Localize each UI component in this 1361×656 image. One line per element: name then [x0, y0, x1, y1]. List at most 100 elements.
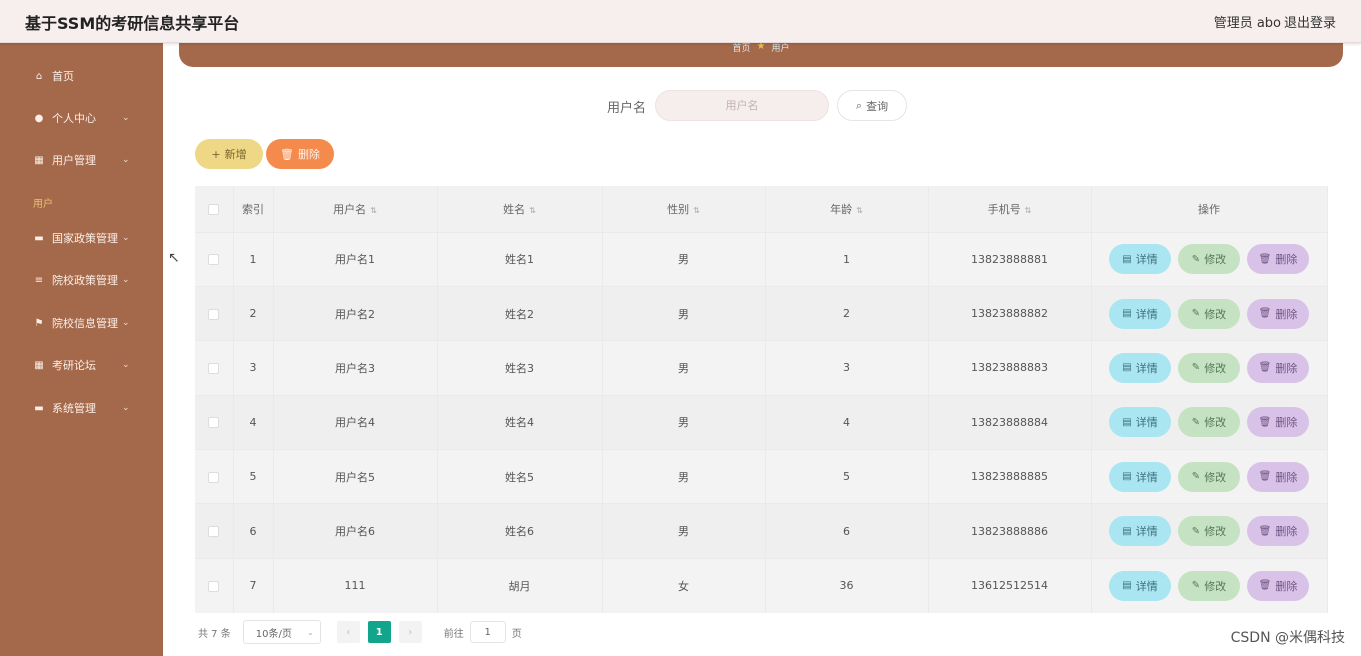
- detail-button[interactable]: ▤ 详情: [1109, 298, 1171, 329]
- row-checkbox[interactable]: [208, 471, 220, 483]
- delete-button[interactable]: 🗑 删除: [1247, 407, 1309, 438]
- cell-gender: 男: [602, 394, 766, 450]
- pencil-icon: ✎: [1191, 308, 1201, 320]
- cell-username: 用户名3: [273, 340, 438, 396]
- delete-label: 删除: [1275, 361, 1298, 375]
- cell-username: 111: [273, 557, 438, 613]
- detail-button[interactable]: ▤ 详情: [1109, 516, 1171, 547]
- logout-link[interactable]: 退出登录: [1284, 12, 1336, 31]
- chevron-down-icon: ⌄: [307, 627, 314, 637]
- sidebar-item-school-policy[interactable]: ≡ 院校政策管理 ⌄: [0, 265, 163, 295]
- trash-icon: 🗑: [1258, 525, 1272, 537]
- cell-age: 6: [765, 503, 929, 559]
- sidebar-item-home[interactable]: ⌂ 首页: [0, 61, 163, 91]
- header-gender[interactable]: 性别 ⇅: [602, 186, 766, 232]
- edit-button[interactable]: ✎ 修改: [1178, 352, 1240, 383]
- grid-icon: ▦: [34, 359, 44, 371]
- chevron-down-icon: ⌄: [122, 360, 130, 370]
- cell-index: 2: [233, 285, 274, 341]
- table-row: 6 用户名6 姓名6 男 6 13823888886 ▤ 详情 ✎ 修改 🗑 删除: [195, 503, 1328, 559]
- row-checkbox[interactable]: [208, 417, 220, 429]
- sidebar-item-user-management[interactable]: ▦ 用户管理 ⌄: [0, 145, 163, 175]
- detail-button[interactable]: ▤ 详情: [1109, 461, 1171, 492]
- monitor-icon: ▬: [34, 402, 44, 414]
- row-checkbox[interactable]: [208, 308, 220, 320]
- delete-button[interactable]: 🗑 删除: [1247, 244, 1309, 275]
- header-label: 手机号: [987, 202, 1021, 216]
- row-checkbox[interactable]: [208, 362, 220, 374]
- sort-icon[interactable]: ⇅: [693, 206, 700, 215]
- cell-name: 姓名1: [437, 231, 603, 287]
- delete-button[interactable]: 🗑 删除: [1247, 516, 1309, 547]
- cell-ops: ▤ 详情 ✎ 修改 🗑 删除: [1091, 503, 1328, 559]
- edit-button[interactable]: ✎ 修改: [1178, 407, 1240, 438]
- cell-username: 用户名1: [273, 231, 438, 287]
- query-button[interactable]: ⌕ 查询: [837, 90, 907, 121]
- detail-label: 详情: [1135, 470, 1158, 484]
- cell-gender: 男: [602, 231, 766, 287]
- mouse-cursor-icon: ↖: [168, 250, 180, 266]
- page-size-select[interactable]: 10条/页 ⌄: [242, 620, 321, 644]
- edit-button[interactable]: ✎ 修改: [1178, 570, 1240, 601]
- document-icon: ▤: [1122, 308, 1132, 320]
- header-username[interactable]: 用户名 ⇅: [273, 186, 438, 232]
- goto-page-input[interactable]: [469, 621, 506, 643]
- sidebar-item-label: 考研论坛: [52, 359, 96, 372]
- sidebar-item-national-policy[interactable]: ▬ 国家政策管理 ⌄: [0, 223, 163, 253]
- header-phone[interactable]: 手机号 ⇅: [928, 186, 1092, 232]
- cell-index: 3: [233, 340, 274, 396]
- select-all-checkbox[interactable]: [208, 203, 220, 215]
- header-name[interactable]: 姓名 ⇅: [437, 186, 603, 232]
- batch-delete-button[interactable]: 🗑 删除: [266, 139, 334, 169]
- username-search-input[interactable]: [655, 90, 829, 121]
- total-count: 共 7 条: [198, 628, 231, 640]
- edit-button[interactable]: ✎ 修改: [1178, 461, 1240, 492]
- detail-label: 详情: [1135, 361, 1158, 375]
- delete-button[interactable]: 🗑 删除: [1247, 570, 1309, 601]
- sidebar-item-school-info[interactable]: ⚑ 院校信息管理 ⌄: [0, 308, 163, 338]
- document-icon: ▤: [1122, 362, 1132, 374]
- header-age[interactable]: 年龄 ⇅: [765, 186, 929, 232]
- detail-button[interactable]: ▤ 详情: [1109, 352, 1171, 383]
- sort-icon[interactable]: ⇅: [856, 206, 863, 215]
- row-checkbox[interactable]: [208, 254, 220, 266]
- user-table: 索引 用户名 ⇅ 姓名 ⇅ 性别 ⇅ 年龄 ⇅ 手机号 ⇅ 操作 1 用户名1 姓名1 男 1 13…: [195, 186, 1328, 613]
- delete-button[interactable]: 🗑 删除: [1247, 298, 1309, 329]
- trash-icon: 🗑: [1258, 416, 1272, 428]
- sidebar-item-forum[interactable]: ▦ 考研论坛 ⌄: [0, 350, 163, 380]
- row-checkbox[interactable]: [208, 580, 220, 592]
- next-page-button[interactable]: ›: [398, 621, 422, 643]
- detail-button[interactable]: ▤ 详情: [1109, 570, 1171, 601]
- row-checkbox[interactable]: [208, 526, 220, 538]
- delete-button[interactable]: 🗑 删除: [1247, 461, 1309, 492]
- prev-page-button[interactable]: ‹: [336, 621, 360, 643]
- sort-icon[interactable]: ⇅: [1025, 206, 1032, 215]
- sidebar-item-personal-center[interactable]: ● 个人中心 ⌄: [0, 103, 163, 133]
- sidebar-item-system-management[interactable]: ▬ 系统管理 ⌄: [0, 393, 163, 423]
- sidebar: ⌂ 首页 ● 个人中心 ⌄ ▦ 用户管理 ⌄ 用户 ▬ 国家政策管理 ⌄ ≡ 院…: [0, 43, 163, 656]
- page-number-current[interactable]: 1: [367, 621, 391, 643]
- detail-button[interactable]: ▤ 详情: [1109, 407, 1171, 438]
- cell-ops: ▤ 详情 ✎ 修改 🗑 删除: [1091, 340, 1328, 396]
- delete-label: 删除: [1275, 307, 1298, 321]
- edit-button[interactable]: ✎ 修改: [1178, 244, 1240, 275]
- sort-icon[interactable]: ⇅: [370, 206, 377, 215]
- detail-button[interactable]: ▤ 详情: [1109, 244, 1171, 275]
- row-actions: ▤ 详情 ✎ 修改 🗑 删除: [1092, 244, 1327, 275]
- user-icon: ●: [34, 112, 44, 124]
- cell-gender: 女: [602, 557, 766, 613]
- cell-phone: 13823888885: [928, 449, 1092, 504]
- chevron-down-icon: ⌄: [122, 318, 130, 328]
- delete-label: 删除: [1275, 253, 1298, 267]
- edit-button[interactable]: ✎ 修改: [1178, 516, 1240, 547]
- edit-label: 修改: [1204, 579, 1227, 593]
- sidebar-subitem-users[interactable]: 用户: [33, 195, 53, 210]
- edit-button[interactable]: ✎ 修改: [1178, 298, 1240, 329]
- cell-name: 姓名5: [437, 449, 603, 504]
- cell-index: 5: [233, 449, 274, 504]
- row-select-cell: [195, 231, 234, 287]
- add-button[interactable]: + 新增: [195, 139, 263, 169]
- sort-icon[interactable]: ⇅: [529, 206, 536, 215]
- delete-button[interactable]: 🗑 删除: [1247, 352, 1309, 383]
- sidebar-item-label: 首页: [52, 70, 74, 83]
